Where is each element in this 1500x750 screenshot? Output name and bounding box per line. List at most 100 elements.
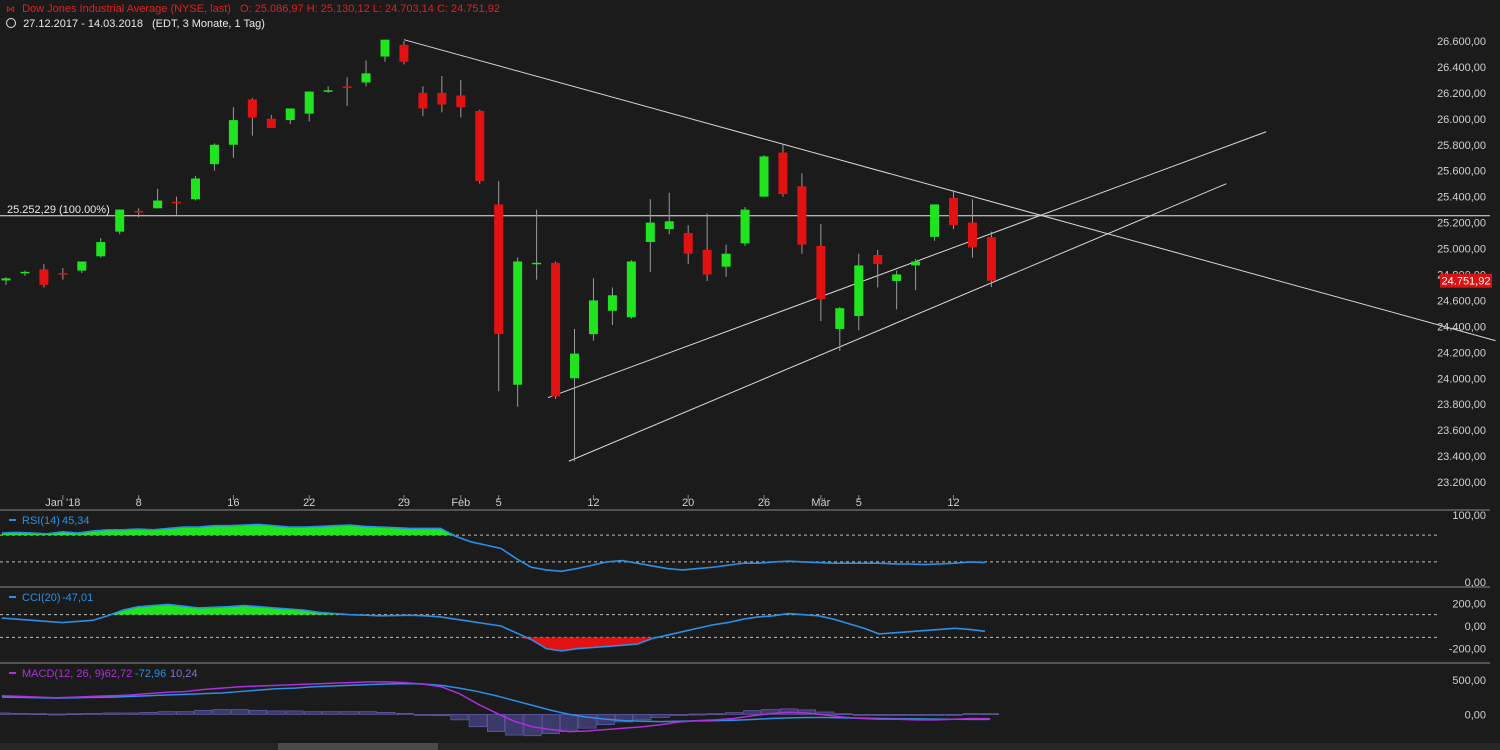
candle-body bbox=[892, 274, 902, 281]
y-tick-label: 24.000,00 bbox=[1437, 373, 1486, 385]
candle-body bbox=[551, 262, 561, 397]
macd-histogram-bar bbox=[11, 713, 30, 715]
macd-histogram-bar bbox=[377, 711, 396, 715]
rsi-legend-label: RSI(14) bbox=[22, 515, 60, 527]
y-tick-label: 24.200,00 bbox=[1437, 347, 1486, 359]
cci-y-label: 0,00 bbox=[1465, 621, 1486, 633]
cci-overbought-fill bbox=[107, 604, 804, 615]
candle-body bbox=[418, 92, 428, 109]
candle-body bbox=[873, 255, 883, 265]
candle-body bbox=[134, 210, 144, 213]
x-tick-label: Jan '18 bbox=[45, 497, 80, 509]
candle-body bbox=[967, 222, 977, 248]
macd-histogram-bar bbox=[395, 713, 414, 715]
x-tick-label: 5 bbox=[496, 497, 502, 509]
candle-body bbox=[607, 295, 617, 311]
candle-body bbox=[266, 118, 276, 128]
candle-body bbox=[437, 92, 447, 105]
signal-legend-value: -72,96 bbox=[135, 668, 166, 680]
x-tick-label: 5 bbox=[856, 497, 862, 509]
candle-body bbox=[380, 39, 390, 57]
macd-histogram-bar bbox=[340, 711, 359, 715]
cci-y-label: 200,00 bbox=[1452, 598, 1486, 610]
candle-body bbox=[911, 261, 921, 266]
candle-body bbox=[115, 209, 125, 232]
candle-body bbox=[209, 144, 219, 165]
y-tick-label: 23.800,00 bbox=[1437, 399, 1486, 411]
macd-histogram-bar bbox=[450, 714, 469, 721]
candle-body bbox=[835, 308, 845, 329]
candle-body bbox=[645, 222, 655, 243]
candle-body bbox=[759, 156, 769, 197]
macd-histogram-bar bbox=[560, 714, 579, 732]
macd-histogram-bar bbox=[651, 714, 670, 718]
rsi-legend-value: 45,34 bbox=[62, 515, 90, 527]
candle-body bbox=[930, 204, 940, 237]
macd-histogram-bar bbox=[102, 712, 121, 715]
y-tick-label: 26.200,00 bbox=[1437, 88, 1486, 100]
x-tick-label: 22 bbox=[303, 497, 315, 509]
macd-histogram-bar bbox=[139, 711, 158, 715]
candle-body bbox=[191, 178, 200, 200]
x-tick-label: 29 bbox=[398, 497, 410, 509]
macd-histogram-bar bbox=[962, 713, 981, 715]
y-tick-label: 23.200,00 bbox=[1437, 477, 1486, 489]
y-tick-label: 25.600,00 bbox=[1437, 166, 1486, 178]
macd-histogram-bar bbox=[267, 710, 286, 715]
macd-histogram-bar bbox=[889, 714, 908, 716]
candle-body bbox=[683, 232, 693, 254]
candle-body bbox=[96, 242, 106, 257]
cci-legend-label: CCI(20) bbox=[22, 592, 61, 604]
candle-body bbox=[588, 300, 598, 335]
candle-body bbox=[702, 249, 712, 275]
candle-body bbox=[664, 221, 674, 230]
candle-body bbox=[39, 269, 49, 285]
macd-histogram-bar bbox=[487, 714, 505, 732]
x-tick-label: Feb bbox=[451, 497, 470, 509]
macd-histogram-bar bbox=[633, 714, 652, 721]
macd-histogram-bar bbox=[322, 711, 341, 715]
macd-histogram-bar bbox=[194, 709, 213, 715]
bottom-strip bbox=[0, 743, 1500, 750]
cci-y-label: -200,00 bbox=[1449, 644, 1486, 656]
candle-body bbox=[626, 261, 636, 318]
y-tick-label: 25.000,00 bbox=[1437, 244, 1486, 256]
macd-histogram-bar bbox=[907, 714, 926, 716]
chart-canvas[interactable]: Jan '18 8 16 22 29 Feb 5 12 20 26 Mär 5 12 26.600,00 2… bbox=[0, 0, 1500, 750]
rsi-y-label: 0,00 bbox=[1465, 577, 1486, 589]
x-tick-label: Mär bbox=[811, 497, 830, 509]
macd-histogram-bar bbox=[743, 710, 762, 715]
candle-body bbox=[721, 253, 731, 267]
candle-body bbox=[986, 237, 996, 281]
macd-histogram-bar bbox=[413, 714, 432, 716]
candle-body bbox=[342, 86, 352, 88]
macd-histogram-bar bbox=[47, 713, 66, 716]
trend-line-0 bbox=[403, 39, 1496, 342]
histogram-legend-value: 10,24 bbox=[170, 668, 198, 680]
x-tick-label: 12 bbox=[587, 497, 599, 509]
rsi-y-label: 100,00 bbox=[1452, 510, 1486, 522]
candle-body bbox=[304, 91, 314, 114]
timeline-scroll-thumb[interactable] bbox=[278, 743, 438, 750]
macd-histogram-bar bbox=[926, 714, 945, 716]
macd-histogram-bar bbox=[212, 709, 231, 715]
macd-histogram-bar bbox=[84, 713, 103, 715]
macd-histogram-bar bbox=[981, 713, 999, 715]
x-tick-label: 12 bbox=[947, 497, 959, 509]
candle-body bbox=[570, 353, 579, 379]
macd-histogram-bar bbox=[834, 713, 853, 715]
macd-histogram-bar bbox=[432, 714, 451, 717]
candle-body bbox=[532, 262, 542, 265]
candle-body bbox=[399, 44, 409, 62]
candle-body bbox=[361, 73, 371, 83]
macd-histogram-bar bbox=[66, 713, 85, 715]
y-tick-label: 25.200,00 bbox=[1437, 218, 1486, 230]
macd-y-label: 500,00 bbox=[1452, 675, 1486, 687]
macd-histogram-bar bbox=[505, 714, 524, 736]
macd-y-label: 0,00 bbox=[1465, 709, 1486, 721]
macd-histogram-bar bbox=[871, 714, 890, 716]
macd-legend-value: -62,72 bbox=[101, 668, 132, 680]
macd-histogram-bar bbox=[304, 711, 322, 715]
candle-body bbox=[1, 278, 11, 281]
macd-histogram-bar bbox=[230, 709, 249, 715]
